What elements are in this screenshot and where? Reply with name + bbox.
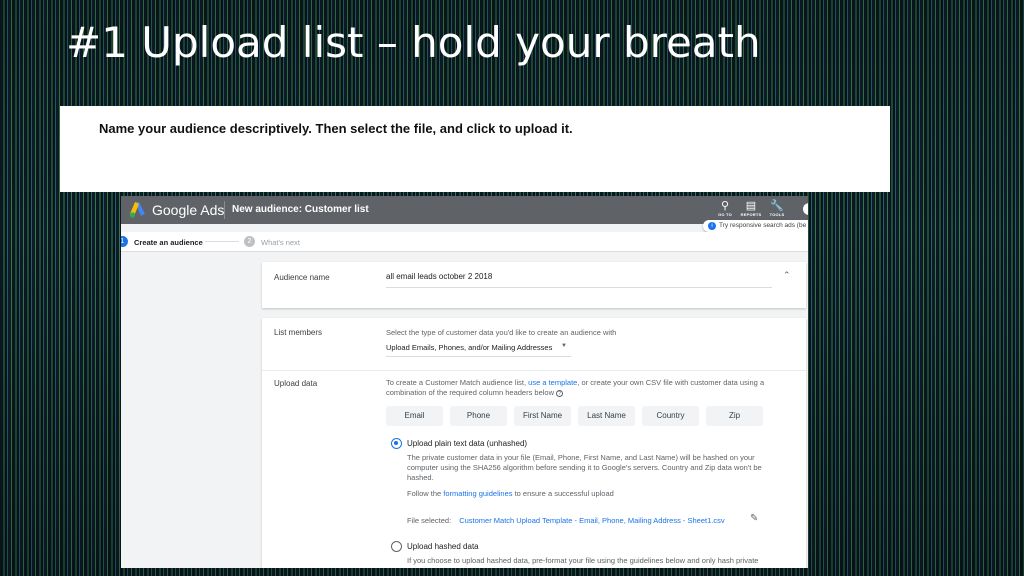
- file-selected-row: File selected: Customer Match Upload Temp…: [407, 516, 725, 525]
- data-type-value: Upload Emails, Phones, and/or Mailing Ad…: [386, 343, 553, 352]
- search-icon: ⚲: [720, 200, 730, 212]
- step-whats-next[interactable]: What's next: [261, 238, 300, 247]
- chevron-up-icon[interactable]: ⌃: [783, 270, 791, 281]
- plain-text-option-title: Upload plain text data (unhashed): [407, 439, 528, 448]
- column-chip-last-name: Last Name: [578, 406, 635, 426]
- column-chip-phone: Phone: [450, 406, 507, 426]
- hashed-option-desc: If you choose to upload hashed data, pre…: [407, 556, 759, 565]
- column-chip-first-name: First Name: [514, 406, 571, 426]
- formatting-note-text: Follow the: [407, 489, 444, 498]
- data-type-dropdown[interactable]: Upload Emails, Phones, and/or Mailing Ad…: [386, 343, 571, 357]
- google-ads-screenshot: Google Ads New audience: Customer list ⚲…: [121, 196, 808, 568]
- list-members-hint: Select the type of customer data you'd l…: [386, 328, 617, 337]
- goto-label: GO TO: [718, 212, 732, 217]
- upload-data-label: Upload data: [274, 379, 318, 388]
- formatting-guidelines-link[interactable]: formatting guidelines: [443, 489, 512, 498]
- app-header: Google Ads New audience: Customer list ⚲…: [121, 196, 808, 224]
- tools-label: TOOLS: [769, 212, 785, 217]
- list-members-card: List members Select the type of customer…: [262, 318, 806, 568]
- column-chip-email: Email: [386, 406, 443, 426]
- audience-name-label: Audience name: [274, 273, 330, 282]
- wrench-icon: 🔧: [770, 200, 784, 212]
- column-chip-country: Country: [642, 406, 699, 426]
- step-create-audience[interactable]: Create an audience: [134, 238, 203, 247]
- account-avatar[interactable]: [803, 203, 808, 215]
- hashed-option-title: Upload hashed data: [407, 542, 479, 551]
- left-pane: [121, 253, 261, 568]
- formatting-note-text-2: to ensure a successful upload: [512, 489, 614, 498]
- upload-desc-text: To create a Customer Match audience list…: [386, 378, 529, 387]
- step1-number: 1: [121, 236, 128, 247]
- brand-name: Google Ads: [152, 202, 225, 218]
- help-icon[interactable]: ?: [556, 389, 564, 397]
- list-members-label: List members: [274, 328, 323, 337]
- instruction-text: Name your audience descriptively. Then s…: [99, 121, 573, 136]
- column-chip-zip: Zip: [706, 406, 763, 426]
- tooltip-text: Try responsive search ads (be: [719, 222, 807, 229]
- section-divider: [262, 370, 806, 371]
- edit-pencil-icon[interactable]: ✎: [750, 513, 758, 524]
- reports-icon: ▤: [745, 200, 757, 212]
- use-template-link[interactable]: use a template: [528, 378, 577, 387]
- step2-number: 2: [244, 236, 255, 247]
- stepper: 1 Create an audience 2 What's next: [121, 232, 808, 252]
- google-ads-logo-icon: [129, 202, 145, 218]
- instruction-box: Name your audience descriptively. Then s…: [60, 106, 890, 192]
- formatting-note: Follow the formatting guidelines to ensu…: [407, 489, 782, 499]
- page-title: New audience: Customer list: [232, 204, 369, 215]
- selected-file-name[interactable]: Customer Match Upload Template - Email, …: [459, 516, 724, 525]
- slide-title: #1 Upload list – hold your breath: [66, 18, 761, 67]
- dropdown-arrow-icon: ▼: [561, 343, 567, 349]
- info-icon: i: [708, 222, 716, 230]
- tooltip[interactable]: i Try responsive search ads (be: [703, 220, 808, 232]
- reports-label: REPORTS: [740, 212, 762, 217]
- file-selected-label: File selected:: [407, 516, 452, 525]
- header-divider: [224, 201, 225, 219]
- audience-name-card: Audience name all email leads october 2 …: [262, 262, 806, 308]
- upload-description: To create a Customer Match audience list…: [386, 378, 786, 398]
- plain-text-radio[interactable]: [391, 438, 402, 449]
- hashed-radio[interactable]: [391, 541, 402, 552]
- step-connector: [205, 241, 239, 242]
- audience-name-input[interactable]: all email leads october 2 2018: [386, 272, 772, 288]
- plain-text-option-desc: The private customer data in your file (…: [407, 453, 762, 482]
